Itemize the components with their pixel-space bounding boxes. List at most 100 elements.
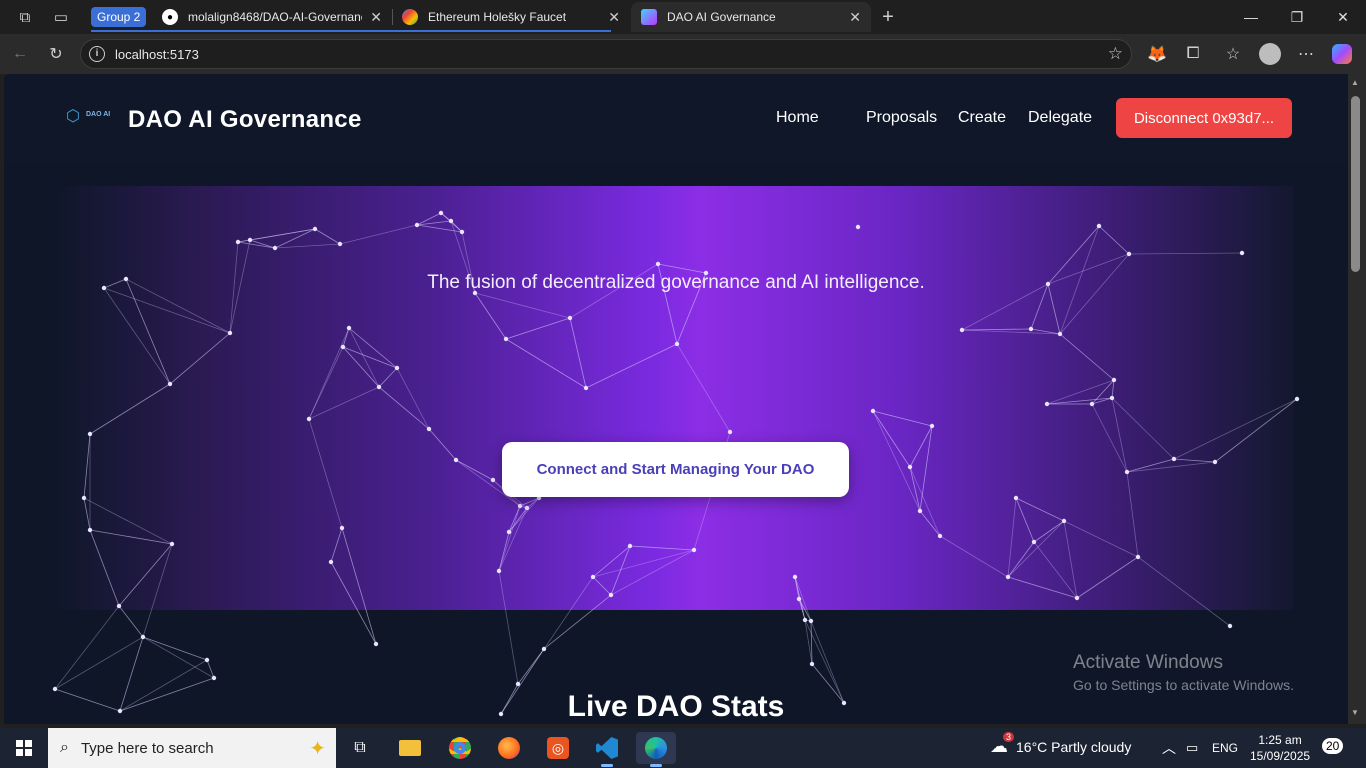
stats-heading: Live DAO Stats	[567, 690, 785, 723]
tab-group-label[interactable]: Group 2	[91, 7, 147, 27]
weather-cloud-icon: ☁ 3	[990, 732, 1014, 757]
favorite-star-icon[interactable]: ☆	[1108, 44, 1123, 64]
profile-avatar[interactable]	[1258, 42, 1282, 66]
weather-widget[interactable]: ☁ 3 16°C Partly cloudy	[990, 732, 1132, 757]
scroll-thumb[interactable]	[1351, 96, 1360, 272]
network-link	[169, 332, 231, 385]
network-link	[1059, 253, 1130, 335]
network-node	[211, 675, 217, 681]
network-link	[103, 287, 171, 385]
network-link	[342, 346, 380, 388]
network-node	[1111, 377, 1117, 383]
network-link	[505, 338, 587, 389]
network-link	[1015, 497, 1035, 543]
network-link	[118, 605, 144, 638]
page-viewport: ⬡ DAO AI DAO AI Governance Home Proposal…	[4, 74, 1348, 724]
close-tab-icon[interactable]: ✕	[849, 9, 861, 26]
network-node	[583, 385, 589, 391]
network-node	[87, 431, 93, 437]
network-node	[448, 218, 454, 224]
firefox-icon[interactable]	[489, 732, 529, 764]
network-icon[interactable]: ▭	[1186, 740, 1198, 756]
network-node	[1057, 331, 1063, 337]
network-link	[249, 228, 316, 241]
metamask-icon[interactable]: 🦊	[1145, 42, 1169, 66]
network-link	[142, 636, 215, 679]
site-info-icon[interactable]: i	[89, 46, 105, 62]
task-view-icon[interactable]: ⧉	[340, 732, 380, 764]
network-node	[1171, 456, 1177, 462]
address-bar[interactable]: i localhost:5173 ☆	[80, 39, 1132, 69]
network-node	[1089, 401, 1095, 407]
network-link	[378, 367, 398, 388]
scroll-up-icon[interactable]: ▲	[1351, 78, 1359, 87]
network-node	[496, 568, 502, 574]
network-node	[204, 657, 210, 663]
network-node	[312, 226, 318, 232]
hero-tagline: The fusion of decentralized governance a…	[427, 272, 925, 293]
chrome-icon[interactable]	[440, 732, 480, 764]
restore-button[interactable]: ❐	[1274, 0, 1320, 34]
network-link	[1007, 520, 1065, 578]
back-button[interactable]: ←	[8, 42, 32, 66]
file-explorer-icon[interactable]	[390, 732, 430, 764]
windows-taskbar: ⌕ Type here to search ✦ ⧉ ◎ ☁ 3 16°C Part…	[0, 728, 1366, 768]
close-tab-icon[interactable]: ✕	[608, 9, 620, 26]
scroll-down-icon[interactable]: ▼	[1351, 708, 1359, 717]
network-link	[909, 425, 933, 468]
network-node	[167, 381, 173, 387]
windows-start-icon[interactable]	[8, 736, 40, 760]
network-node	[1074, 595, 1080, 601]
network-node	[517, 503, 523, 509]
network-link	[1098, 225, 1130, 255]
page-scrollbar[interactable]: ▲ ▼	[1348, 74, 1366, 724]
url-text[interactable]: localhost:5173	[115, 47, 199, 62]
close-tab-icon[interactable]: ✕	[370, 9, 382, 26]
connect-dao-button[interactable]: Connect and Start Managing Your DAO	[502, 442, 849, 497]
tab-github[interactable]: ● molalign8468/DAO-AI-Governance ✕	[152, 2, 392, 32]
network-node	[339, 525, 345, 531]
extensions-icon[interactable]: ⧠	[1181, 42, 1205, 66]
network-node	[459, 229, 465, 235]
network-link	[798, 598, 812, 622]
network-node	[959, 327, 965, 333]
ubuntu-icon[interactable]: ◎	[538, 732, 578, 764]
network-link	[1126, 461, 1216, 473]
vscode-icon[interactable]	[587, 732, 627, 767]
copilot-icon[interactable]	[1330, 42, 1354, 66]
network-node	[809, 661, 815, 667]
network-link	[592, 576, 612, 596]
new-tab-button[interactable]: +	[877, 6, 899, 28]
edge-icon[interactable]	[636, 732, 676, 767]
language-indicator[interactable]: ENG	[1212, 741, 1238, 755]
network-link	[89, 383, 171, 435]
network-link	[919, 510, 941, 537]
minimize-button[interactable]: —	[1228, 0, 1274, 34]
clock-time: 1:25 am	[1258, 733, 1302, 747]
more-options-icon[interactable]: ⋯	[1294, 42, 1318, 66]
network-node	[81, 495, 87, 501]
network-link	[455, 459, 494, 481]
network-link	[308, 327, 350, 420]
network-node	[506, 529, 512, 535]
tab-actions-icon[interactable]: ▭	[50, 6, 72, 28]
network-link	[330, 527, 343, 563]
tab-dao-ai-governance[interactable]: DAO AI Governance ✕	[631, 2, 871, 32]
workspaces-icon[interactable]: ⧉	[14, 6, 36, 28]
show-hidden-icons[interactable]: ︿	[1162, 738, 1176, 758]
close-window-button[interactable]: ✕	[1320, 0, 1366, 34]
network-node	[1005, 574, 1011, 580]
refresh-button[interactable]: ↻	[44, 42, 68, 66]
network-node	[337, 241, 343, 247]
favorites-icon[interactable]: ☆	[1221, 42, 1245, 66]
network-link	[274, 243, 341, 249]
network-link	[1007, 576, 1078, 599]
network-node	[453, 457, 459, 463]
taskbar-search[interactable]: ⌕ Type here to search ✦	[48, 728, 336, 768]
notification-badge[interactable]: 20	[1322, 738, 1344, 754]
network-link	[89, 529, 173, 545]
tab-faucet[interactable]: Ethereum Holešky Faucet ✕	[392, 2, 630, 32]
weather-text: 16°C Partly cloudy	[1016, 738, 1132, 755]
network-node	[524, 505, 530, 511]
system-clock[interactable]: 1:25 am 15/09/2025	[1250, 732, 1310, 764]
